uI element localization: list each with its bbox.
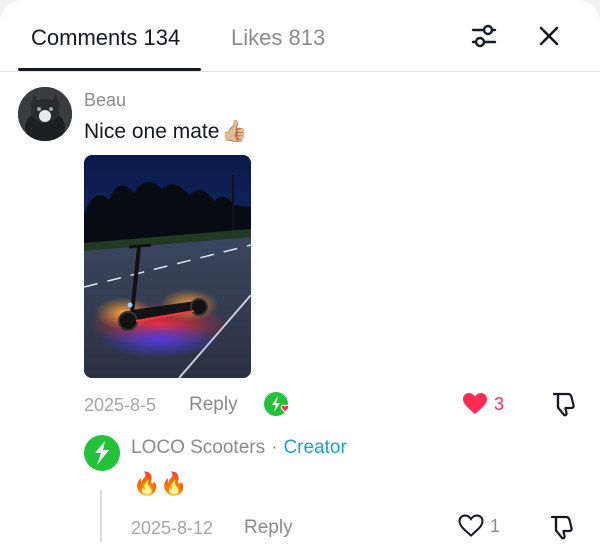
- sliders-icon: [471, 24, 497, 48]
- reply-button[interactable]: Reply: [189, 394, 238, 416]
- reply-username[interactable]: LOCO Scooters: [131, 437, 265, 459]
- comments-sheet: Comments 134 Likes 813 Beau Nice one mat…: [0, 0, 600, 552]
- heart-outline-icon: [458, 514, 484, 537]
- creator-badge: Creator: [283, 437, 347, 458]
- reply-author-row: LOCO Scooters · Creator: [131, 437, 347, 459]
- cat-avatar-image: [18, 87, 72, 141]
- avatar[interactable]: [18, 87, 72, 141]
- tab-likes[interactable]: Likes 813: [231, 24, 325, 52]
- reply-date: 2025-8-12: [131, 518, 214, 538]
- scooter-photo-image: [84, 155, 251, 378]
- comment-date: 2025-8-5: [84, 395, 157, 415]
- reply-reply-button[interactable]: Reply: [244, 517, 293, 539]
- reply-like-button[interactable]: 1: [458, 514, 500, 538]
- comment-text: Nice one mate: [84, 120, 220, 143]
- creator-liked-badge: [263, 391, 293, 419]
- thread-line: [100, 490, 102, 542]
- thumbs-down-icon: [550, 515, 573, 540]
- heart-filled-icon: [463, 393, 487, 414]
- like-button[interactable]: 3: [462, 392, 504, 416]
- reply-avatar[interactable]: [84, 435, 120, 471]
- dislike-button[interactable]: [550, 390, 578, 418]
- reply-like-count: 1: [490, 516, 501, 536]
- loco-logo-icon: [95, 441, 109, 465]
- thumbs-down-icon: [552, 392, 575, 417]
- tab-comments[interactable]: Comments 134: [31, 24, 180, 52]
- reply-dislike-button[interactable]: [548, 513, 576, 541]
- comments-header: Comments 134 Likes 813: [0, 0, 600, 72]
- active-tab-indicator: [18, 68, 201, 71]
- thumbs-up-emoji: 👍🏼: [221, 120, 248, 143]
- comment-username[interactable]: Beau: [84, 89, 126, 111]
- comment-photo[interactable]: [84, 155, 251, 378]
- separator-dot: ·: [271, 437, 278, 458]
- close-icon: [539, 26, 559, 46]
- like-count: 3: [494, 394, 505, 414]
- comment-body: Nice one mate 👍🏼: [84, 118, 248, 146]
- close-button[interactable]: [531, 18, 567, 54]
- filter-button[interactable]: [466, 18, 502, 54]
- creator-heart-icon: [264, 392, 290, 416]
- reply-text: 🔥🔥: [133, 471, 188, 496]
